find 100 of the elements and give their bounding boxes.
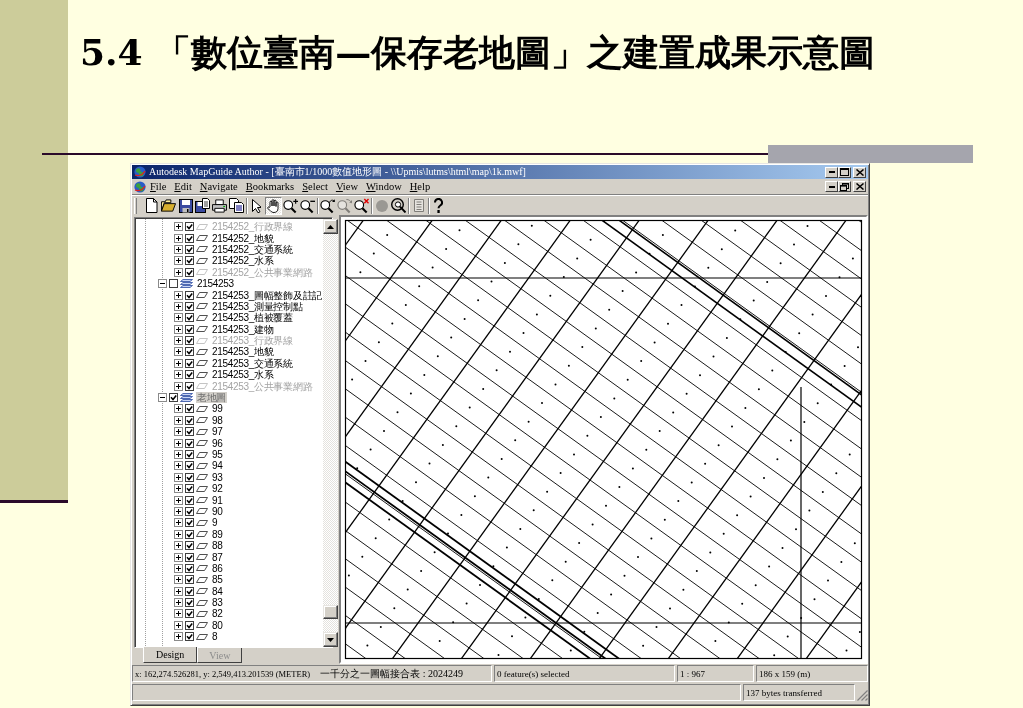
layer-name[interactable]: 90 [211, 505, 224, 517]
layer-name[interactable]: 2154253_地貌 [211, 346, 275, 358]
expand-icon[interactable] [174, 347, 183, 357]
toolbar-button[interactable] [160, 196, 177, 215]
checkbox[interactable] [185, 438, 194, 448]
checkbox[interactable] [185, 301, 194, 311]
collapse-icon[interactable] [158, 279, 167, 289]
menu-item[interactable]: Edit [170, 180, 196, 193]
expand-icon[interactable] [174, 563, 183, 573]
layer-name[interactable]: 99 [211, 403, 224, 415]
menu-item[interactable]: Help [405, 180, 435, 193]
expand-icon[interactable] [174, 370, 183, 380]
expand-icon[interactable] [174, 244, 183, 254]
layer-name[interactable]: 2154252_水系 [211, 255, 275, 267]
layer-name[interactable]: 2154253_植被覆蓋 [211, 312, 294, 324]
layer-name[interactable]: 88 [211, 540, 224, 552]
menu-item[interactable]: Select [298, 180, 332, 193]
expand-icon[interactable] [174, 450, 183, 459]
checkbox[interactable] [185, 620, 194, 630]
checkbox[interactable] [185, 506, 194, 516]
layer-name[interactable]: 98 [211, 414, 224, 426]
checkbox[interactable] [169, 279, 178, 289]
expand-icon[interactable] [174, 415, 183, 425]
checkbox[interactable] [185, 563, 194, 573]
layer-name[interactable]: 86 [211, 562, 224, 574]
toolbar-button[interactable] [353, 196, 370, 215]
layer-name[interactable]: 2154253_圖幅整飾及註記 [211, 289, 323, 301]
checkbox[interactable] [185, 290, 194, 300]
expand-icon[interactable] [174, 324, 183, 334]
checkbox[interactable] [185, 404, 194, 414]
toolbar-button[interactable] [228, 196, 245, 215]
close-button[interactable] [853, 181, 866, 192]
expand-icon[interactable] [174, 620, 183, 630]
layer-name[interactable]: 8 [211, 631, 219, 643]
layer-name[interactable]: 2154253_交通系統 [211, 357, 294, 369]
checkbox[interactable] [185, 461, 194, 471]
checkbox[interactable] [185, 518, 194, 528]
layer-name[interactable]: 84 [211, 585, 224, 597]
group-name[interactable]: 2154253 [196, 278, 235, 290]
size-grip-icon[interactable] [857, 690, 868, 701]
expand-icon[interactable] [174, 313, 183, 323]
checkbox[interactable] [185, 632, 194, 642]
scrollbar-thumb[interactable] [323, 605, 338, 619]
checkbox[interactable] [185, 370, 194, 380]
expand-icon[interactable] [174, 301, 183, 311]
checkbox[interactable] [185, 415, 194, 425]
layer-name[interactable]: 83 [211, 597, 224, 609]
scrollbar[interactable] [323, 219, 338, 647]
layer-name[interactable]: 2154253_建物 [211, 323, 275, 335]
layer-name[interactable]: 93 [211, 471, 224, 483]
expand-icon[interactable] [174, 438, 183, 448]
checkbox[interactable] [185, 256, 194, 266]
checkbox[interactable] [185, 472, 194, 482]
checkbox[interactable] [185, 450, 194, 459]
scroll-down-button[interactable] [323, 632, 338, 647]
layer-name[interactable]: 80 [211, 619, 224, 631]
toolbar-button[interactable] [282, 196, 299, 215]
checkbox[interactable] [185, 529, 194, 539]
expand-icon[interactable] [174, 632, 183, 642]
expand-icon[interactable] [174, 233, 183, 243]
layer-name[interactable]: 87 [211, 551, 224, 563]
toolbar-button[interactable] [211, 196, 228, 215]
checkbox[interactable] [185, 484, 194, 494]
expand-icon[interactable] [174, 518, 183, 528]
expand-icon[interactable] [174, 529, 183, 539]
checkbox[interactable] [169, 393, 178, 403]
expand-icon[interactable] [174, 472, 183, 482]
menu-item[interactable]: Navigate [195, 180, 242, 193]
expand-icon[interactable] [174, 256, 183, 266]
checkbox[interactable] [185, 495, 194, 505]
expand-icon[interactable] [174, 290, 183, 300]
restore-button[interactable] [838, 181, 851, 192]
close-button[interactable] [853, 166, 866, 178]
expand-icon[interactable] [174, 427, 183, 437]
expand-icon[interactable] [174, 358, 183, 368]
expand-icon[interactable] [174, 586, 183, 596]
layer-name[interactable]: 91 [211, 494, 224, 506]
layer-name[interactable]: 82 [211, 608, 224, 620]
checkbox[interactable] [185, 313, 194, 323]
layer-name[interactable]: 92 [211, 483, 224, 495]
menu-item[interactable]: View [331, 180, 362, 193]
toolbar-button[interactable] [194, 196, 211, 215]
scroll-up-button[interactable] [323, 219, 338, 234]
checkbox[interactable] [185, 541, 194, 551]
toolbar-button[interactable] [265, 196, 282, 215]
checkbox[interactable] [185, 609, 194, 619]
expand-icon[interactable] [174, 541, 183, 551]
layer-name[interactable]: 94 [211, 460, 224, 472]
checkbox[interactable] [185, 347, 194, 357]
toolbar-button[interactable] [143, 196, 160, 215]
expand-icon[interactable] [174, 506, 183, 516]
checkbox[interactable] [185, 324, 194, 334]
layer-name[interactable]: 96 [211, 437, 224, 449]
menu-item[interactable]: Window [362, 180, 406, 193]
expand-icon[interactable] [174, 609, 183, 619]
maximize-button[interactable] [838, 166, 851, 178]
globe-icon[interactable] [134, 180, 146, 193]
expand-icon[interactable] [174, 404, 183, 414]
expand-icon[interactable] [174, 484, 183, 494]
expand-icon[interactable] [174, 575, 183, 585]
